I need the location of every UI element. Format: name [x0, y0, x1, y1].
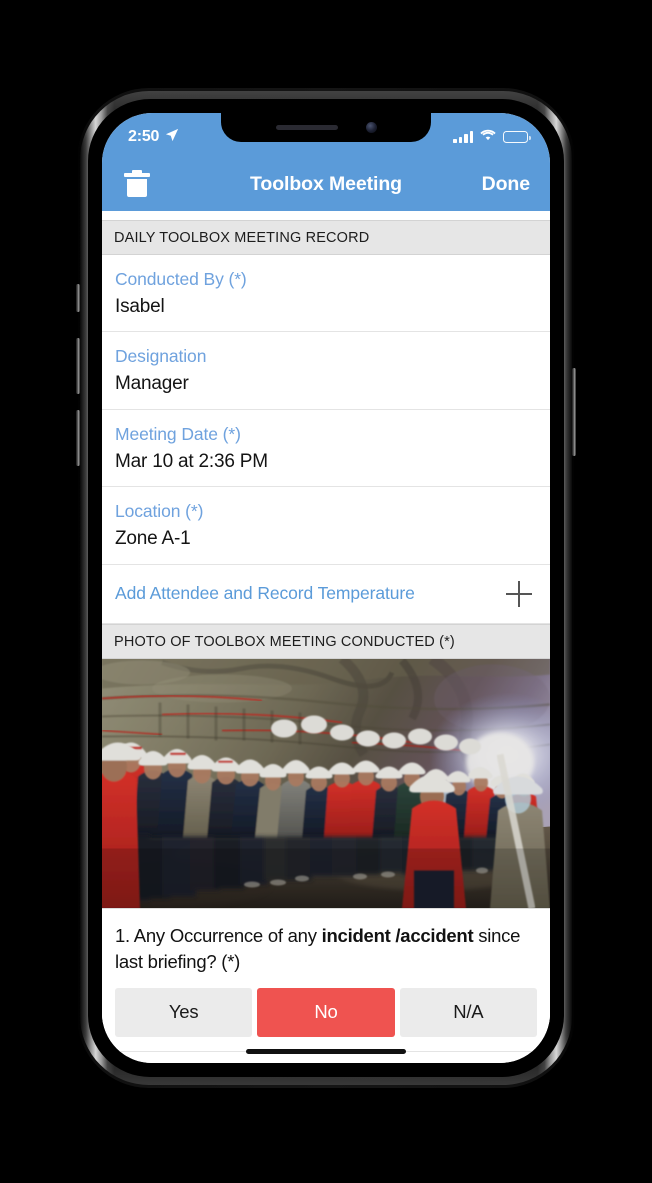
power-button[interactable] — [572, 368, 576, 456]
navigation-bar: Toolbox Meeting Done — [102, 157, 550, 211]
battery-icon — [503, 131, 531, 143]
add-attendee-label: Add Attendee and Record Temperature — [115, 583, 415, 604]
question-1-choices: Yes No N/A — [102, 975, 550, 1053]
done-button[interactable]: Done — [482, 173, 530, 196]
field-label: Location (*) — [115, 501, 204, 522]
choice-na[interactable]: N/A — [399, 988, 537, 1038]
status-bar-clock: 2:50 — [128, 128, 160, 145]
question-1-block: 1. Any Occurrence of any incident /accid… — [102, 908, 550, 976]
field-conducted-by[interactable]: Conducted By (*) Isabel — [102, 255, 550, 333]
field-designation[interactable]: Designation Manager — [102, 332, 550, 410]
field-value: Mar 10 at 2:36 PM — [115, 450, 268, 472]
field-value: Zone A-1 — [115, 528, 191, 550]
phone-notch — [221, 113, 431, 142]
section-header-photo: PHOTO OF TOOLBOX MEETING CONDUCTED (*) — [102, 623, 550, 659]
plus-icon[interactable] — [506, 580, 532, 607]
trash-icon-lid — [124, 169, 150, 177]
field-location[interactable]: Location (*) Zone A-1 — [102, 487, 550, 565]
front-camera-icon — [365, 122, 377, 133]
question-1-text-part1: 1. Any Occurrence of any — [115, 924, 322, 946]
toolbox-meeting-photo[interactable] — [102, 658, 550, 909]
form-scroll-area[interactable]: DAILY TOOLBOX MEETING RECORD Conducted B… — [102, 211, 550, 1063]
phone-screen: 2:50 Toolbox Meeting Done DAILY TOOLBOX … — [102, 113, 550, 1063]
content-top-gap — [102, 211, 550, 220]
trash-icon[interactable] — [124, 169, 150, 199]
field-label: Conducted By (*) — [115, 269, 247, 289]
trash-icon-body — [127, 179, 147, 197]
home-indicator[interactable] — [246, 1049, 406, 1054]
status-bar-left: 2:50 — [128, 124, 179, 147]
question-1-emphasis: incident /accident — [321, 924, 474, 946]
field-label: Designation — [115, 346, 207, 367]
field-label: Meeting Date (*) — [115, 423, 241, 444]
add-attendee-row[interactable]: Add Attendee and Record Temperature — [102, 564, 550, 624]
choice-yes[interactable]: Yes — [115, 988, 253, 1038]
earpiece-speaker-icon — [275, 125, 338, 130]
wifi-icon — [480, 128, 496, 146]
question-1-text: 1. Any Occurrence of any incident /accid… — [115, 923, 537, 976]
location-arrow-icon — [165, 128, 179, 147]
volume-up-button[interactable] — [76, 338, 80, 394]
choice-no[interactable]: No — [257, 988, 395, 1038]
cellular-signal-icon — [453, 131, 473, 143]
section-header-record: DAILY TOOLBOX MEETING RECORD — [102, 220, 550, 255]
mute-switch[interactable] — [76, 284, 80, 312]
volume-down-button[interactable] — [76, 410, 80, 466]
field-meeting-date[interactable]: Meeting Date (*) Mar 10 at 2:36 PM — [102, 409, 550, 488]
field-value: Manager — [115, 373, 189, 395]
status-bar-right — [453, 124, 531, 146]
phone-mockup: 2:50 Toolbox Meeting Done DAILY TOOLBOX … — [76, 88, 576, 1088]
field-value: Isabel — [115, 295, 165, 317]
